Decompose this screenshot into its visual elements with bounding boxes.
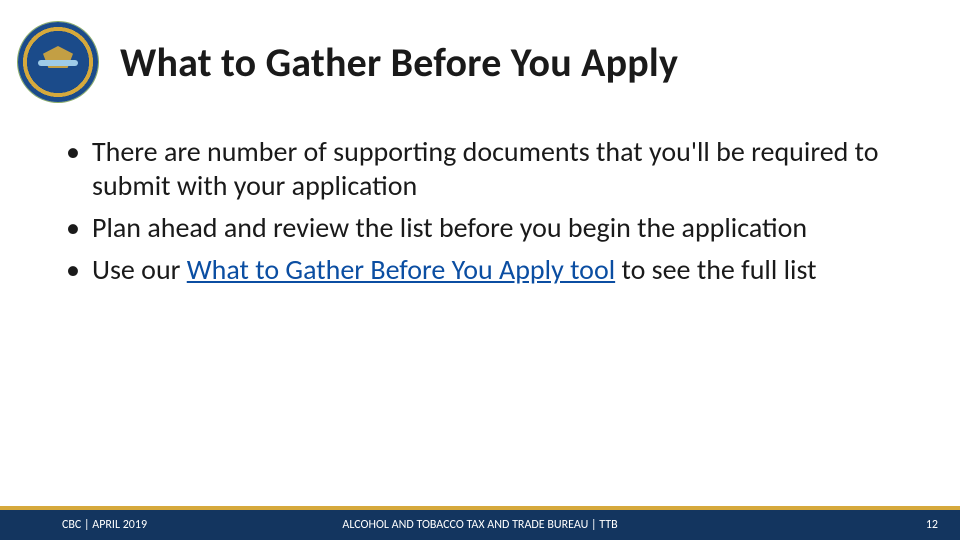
list-item: Plan ahead and review the list before yo…: [62, 211, 910, 245]
slide-footer: CBC | APRIL 2019 ALCOHOL AND TOBACCO TAX…: [0, 506, 960, 540]
list-item: Use our What to Gather Before You Apply …: [62, 253, 910, 287]
agency-seal-icon: [18, 22, 98, 102]
footer-left: CBC | APRIL 2019: [62, 518, 147, 532]
list-item: There are number of supporting documents…: [62, 135, 910, 203]
slide-header: What to Gather Before You Apply: [18, 22, 678, 102]
page-number: 12: [926, 518, 938, 532]
bullet-text-after: to see the full list: [615, 252, 816, 287]
bullet-text: There are number of supporting documents…: [92, 134, 879, 203]
slide: What to Gather Before You Apply There ar…: [0, 0, 960, 540]
bullet-text-before: Use our: [92, 252, 187, 287]
bullet-list: There are number of supporting documents…: [62, 135, 910, 288]
gather-tool-link[interactable]: What to Gather Before You Apply tool: [187, 252, 615, 287]
slide-title: What to Gather Before You Apply: [120, 38, 678, 87]
bullet-text: Plan ahead and review the list before yo…: [92, 210, 807, 245]
slide-body: There are number of supporting documents…: [62, 135, 910, 296]
